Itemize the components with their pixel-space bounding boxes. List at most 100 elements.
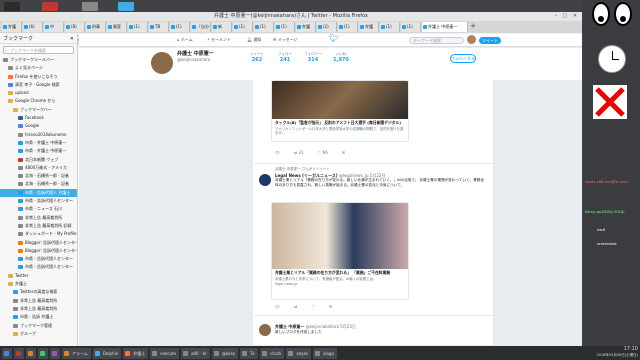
tab[interactable]: TB (149, 22, 169, 32)
nav-notifications[interactable]: 🔔︎ 通知 (247, 36, 261, 44)
profile-stat[interactable]: フォロー 241 (273, 52, 297, 63)
tweet[interactable]: 弁護士 中原憲一 @keijinnakahara 5月23日 新しいブログを作成… (253, 320, 493, 346)
like-button[interactable]: ♡ 66 (318, 150, 328, 155)
reply-icon[interactable]: 💬︎ (275, 150, 280, 155)
desktop-folder-icon[interactable] (4, 2, 20, 11)
tweet[interactable]: 弁護士 中原憲一 さんがリツイート Legal News (リーガルニュース) … (253, 166, 493, 316)
desktop-file-icon[interactable] (82, 2, 98, 11)
bookmark-item[interactable]: 市県 - 告訴代理人センター (0, 263, 77, 271)
tab[interactable]: (1) (254, 22, 274, 32)
tab[interactable]: (1) (233, 22, 253, 32)
bookmark-item[interactable]: 弁護士 (0, 280, 77, 288)
desktop-note[interactable]: tweet-x68-mrp@w-uno.f (585, 180, 629, 184)
taskbar-item[interactable]: Tk (239, 347, 258, 359)
bookmark-item[interactable]: ブックマークバー (0, 106, 77, 114)
tab[interactable]: 異変 (107, 22, 127, 32)
retweet-button[interactable]: ⇄ 21 (294, 150, 304, 155)
bookmark-item[interactable]: グループ (0, 330, 77, 338)
bookmark-item[interactable]: 北日本新聞 ウェブ (0, 156, 77, 164)
profile-avatar[interactable] (149, 50, 175, 76)
taskbar-item[interactable] (38, 347, 48, 359)
nav-moments[interactable]: ⚡ モーメント (207, 36, 231, 44)
link-card[interactable]: タックル(B)「監督が指示」 反則のアメフト日大選手 (毎日新聞デジタル) アメ… (271, 80, 409, 142)
bookmark-item[interactable]: Blogger: 告訴代理人センター (0, 247, 77, 255)
bookmark-item[interactable]: 非常上告 最高裁判所 (0, 297, 77, 305)
profile-stat[interactable]: フォロワー 314 (301, 52, 325, 63)
taskbar-item[interactable]: @kosa (211, 347, 238, 359)
bookmark-search-input[interactable]: ⌕ ブックマークを検索 (3, 46, 74, 54)
minimize-icon[interactable]: – (553, 13, 559, 19)
tab[interactable]: (1) (128, 22, 148, 32)
tab[interactable]: 刑事 (86, 22, 106, 32)
link-card[interactable]: 弁護士業とリアル「業務の在り方が変わる」 「業務」ご不在料業務 弁護士業の今と未… (271, 202, 409, 300)
bookmark-item[interactable]: よく見るページ (0, 64, 77, 72)
tab[interactable]: 弁護 (2, 22, 22, 32)
tweet-time[interactable]: 5月23日 (340, 324, 356, 329)
dm-icon[interactable]: ✉ (342, 150, 345, 155)
bookmark-item[interactable]: 市県 - 告訴代理人 弁護士 (0, 188, 77, 198)
bookmark-item[interactable]: Facebook (0, 114, 77, 122)
taskbar-item[interactable]: アラーム (62, 347, 91, 359)
sidebar-close-icon[interactable]: ✕ (70, 34, 74, 43)
tab[interactable]: 中 (44, 22, 64, 32)
bookmark-item[interactable]: Google (0, 122, 77, 130)
bookmark-item[interactable]: 北海 - 石橋秀一郎 - 記者 (0, 172, 77, 180)
bookmark-item[interactable]: 市県 - 弁護士 中原憲一 (0, 147, 77, 155)
taskbar-item[interactable]: xeyes (286, 347, 311, 359)
bookmark-item[interactable]: 市県 - 告訴 弁護士 (0, 313, 77, 321)
taskbar-item[interactable]: Dolphin (92, 347, 122, 359)
nav-messages[interactable]: ✉ メッセージ (273, 36, 298, 44)
desktop-note[interactable]: kw:fi (597, 228, 605, 232)
desktop-app-icon[interactable] (42, 2, 58, 11)
tab[interactable]: (1) (275, 22, 295, 32)
close-icon[interactable]: ✕ (572, 13, 578, 19)
profile-name[interactable]: 弁護士 中原憲一 (177, 50, 214, 57)
tab[interactable]: (1) (338, 22, 358, 32)
tweet[interactable]: タックル(B)「監督が指示」 反則のアメフト日大選手 (毎日新聞デジタル) アメ… (253, 80, 493, 164)
follow-button[interactable]: フォローする (450, 54, 476, 63)
bookmark-item[interactable]: 非常上告 最高裁判所 (0, 214, 77, 222)
system-tray[interactable]: 17:10 2018年05月26日(土曜日) (596, 346, 638, 360)
taskbar-item[interactable]: execute (150, 347, 180, 359)
taskbar-item[interactable] (50, 347, 60, 359)
bookmark-item[interactable]: ブックマーク管理 (0, 322, 77, 330)
tab[interactable]: (1) (401, 22, 421, 32)
dm-icon[interactable]: ✉ (329, 304, 332, 309)
bookmark-item[interactable]: Blogger: 告訴代理人センター (0, 239, 77, 247)
bookmark-item[interactable]: 北海 - 石橋秀一郎 - 記者 (0, 180, 77, 188)
new-tab-button[interactable]: + (469, 21, 477, 33)
tab[interactable]: 弁護 (359, 22, 379, 32)
tab[interactable]: (1) (380, 22, 400, 32)
bookmark-item[interactable]: 市県 - ニュース 石川 (0, 205, 77, 213)
tweet-author[interactable]: 弁護士 中原憲一 (275, 324, 304, 329)
nav-home[interactable]: ⌂ ホーム (177, 36, 193, 44)
taskbar-item[interactable] (2, 347, 12, 359)
tweet-avatar[interactable] (259, 324, 271, 336)
retweet-icon[interactable]: ⇄ (294, 304, 297, 309)
twitter-bird-icon[interactable]: 🐦︎ (329, 35, 339, 43)
tab[interactable]: (8) (65, 22, 85, 32)
tab[interactable]: 「自分で (191, 22, 211, 32)
desktop-window-icon[interactable] (118, 2, 134, 11)
bookmark-item[interactable]: 市県 - 弁護士 中原憲一 (0, 139, 77, 147)
avatar[interactable] (467, 35, 476, 44)
tab[interactable]: (1) (170, 22, 190, 32)
tweet-button[interactable]: ツイート (479, 37, 501, 44)
taskbar-item[interactable]: 弁護士 (123, 347, 149, 359)
bookmark-item[interactable]: ダッシュボード - My Profile (0, 230, 77, 238)
taskbar-item[interactable] (14, 347, 24, 359)
desktop-note[interactable]: screenshot (597, 242, 617, 246)
taskbar-item[interactable]: :clock (259, 347, 285, 359)
bookmark-item[interactable]: 市県 - 告訴代理人センター (0, 197, 77, 205)
taskbar-item[interactable] (26, 347, 36, 359)
bookmark-item[interactable]: 市県 - 告訴代理人センター (0, 255, 77, 263)
reply-icon[interactable]: 💬︎ (275, 304, 280, 309)
bookmark-item[interactable]: ブックマークツールバー (0, 56, 77, 64)
bookmark-item[interactable]: 清宮 幸子 - Google 検索 (0, 81, 77, 89)
tab[interactable]: (6) (23, 22, 43, 32)
tab[interactable]: (2) (317, 22, 337, 32)
tab[interactable]: 弁護士 中原憲一 (422, 22, 468, 32)
tab[interactable]: 新 (212, 22, 232, 32)
bookmark-item[interactable]: hirano2014akunomo (0, 131, 77, 139)
bookmark-item[interactable]: upload (0, 89, 77, 97)
